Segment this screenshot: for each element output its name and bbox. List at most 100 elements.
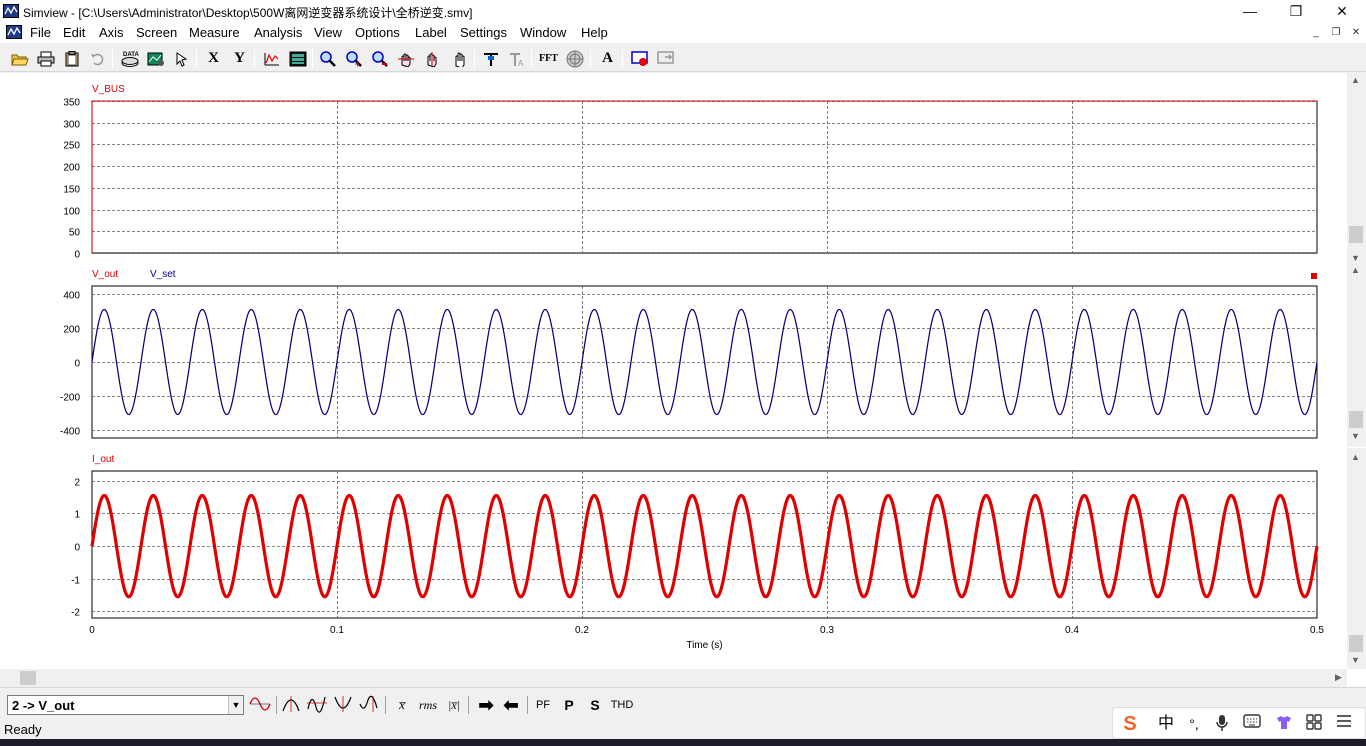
menu-options[interactable]: Options xyxy=(355,25,400,40)
minimize-button[interactable]: — xyxy=(1227,0,1273,22)
y-axis-label: Y xyxy=(234,50,245,66)
sogou-logo-icon[interactable]: S xyxy=(1119,714,1141,734)
pan-horizontal-icon[interactable] xyxy=(394,47,417,70)
simview-app-icon[interactable] xyxy=(3,3,19,19)
ime-punctuation-mode[interactable]: °, xyxy=(1183,714,1205,734)
abs-mean-icon[interactable]: |x̅| xyxy=(444,694,464,716)
waveform-plots[interactable]: 050100150200250300350V_BUS-400-200020040… xyxy=(0,73,1347,669)
next-peak-icon[interactable] xyxy=(358,694,380,716)
text-annotation-label: A xyxy=(602,50,613,66)
zoom-icon[interactable] xyxy=(316,47,339,70)
zoom-in-icon[interactable]: + xyxy=(342,47,365,70)
menu-file[interactable]: File xyxy=(30,25,51,40)
open-folder-icon[interactable] xyxy=(8,47,31,70)
plot-marker[interactable] xyxy=(1311,273,1317,279)
scroll-right-icon[interactable]: ▶ xyxy=(1335,672,1342,683)
plot2-scrollbar[interactable]: ▲ ▼ xyxy=(1347,261,1366,447)
add-curve-icon[interactable] xyxy=(260,47,283,70)
x-tick-label: 0 xyxy=(89,625,95,636)
curve-select[interactable]: 2 -> V_out ▼ xyxy=(7,695,244,715)
max-icon[interactable] xyxy=(280,694,302,716)
min-icon[interactable] xyxy=(306,694,328,716)
plot1-scroll-thumb[interactable] xyxy=(1349,226,1363,243)
menu-label[interactable]: Label xyxy=(415,25,447,40)
arrow-left-icon[interactable]: ⬅ xyxy=(500,694,522,716)
y-tick-label: 300 xyxy=(63,120,80,131)
scroll-up-icon[interactable]: ▲ xyxy=(1351,265,1360,275)
skin-icon[interactable] xyxy=(1273,714,1295,734)
y-tick-label: -1 xyxy=(71,576,80,587)
series-title: I_out xyxy=(92,454,114,465)
menu-screen[interactable]: Screen xyxy=(136,25,177,40)
close-button[interactable]: ✕ xyxy=(1319,0,1365,22)
scroll-down-icon[interactable]: ▼ xyxy=(1351,655,1360,665)
pan-hand-icon[interactable] xyxy=(448,47,471,70)
toolbar-separator xyxy=(312,49,313,68)
menu-settings[interactable]: Settings xyxy=(460,25,507,40)
pointer-icon[interactable] xyxy=(170,47,193,70)
rms-button[interactable]: rms xyxy=(415,694,441,716)
clipboard-icon[interactable] xyxy=(60,47,83,70)
cursor-measure-icon[interactable] xyxy=(479,47,502,70)
apps-grid-icon[interactable] xyxy=(1303,714,1325,734)
grid-display-icon[interactable] xyxy=(286,47,309,70)
data-icon[interactable]: DATA xyxy=(118,47,141,70)
cursor-text-icon[interactable]: A xyxy=(505,47,528,70)
plot2-scroll-thumb[interactable] xyxy=(1349,411,1363,428)
text-annotation-button[interactable]: A xyxy=(596,47,619,70)
time-scroll-thumb[interactable] xyxy=(20,671,36,685)
series-title: V_out xyxy=(92,269,118,280)
time-scrollbar[interactable]: ▶ xyxy=(0,669,1347,687)
y-tick-label: 100 xyxy=(63,207,80,218)
waveform-icon[interactable] xyxy=(249,694,271,716)
svg-text:+: + xyxy=(355,59,360,67)
chart-settings-icon[interactable] xyxy=(144,47,167,70)
y-axis-button[interactable]: Y xyxy=(228,47,251,70)
x-axis-button[interactable]: X xyxy=(202,47,225,70)
mdi-close-button[interactable]: ✕ xyxy=(1348,26,1364,40)
menu-window[interactable]: Window xyxy=(520,25,566,40)
zoom-out-icon[interactable] xyxy=(368,47,391,70)
microphone-icon[interactable] xyxy=(1211,714,1233,734)
mdi-minimize-button[interactable]: _ xyxy=(1308,26,1324,40)
document-icon[interactable] xyxy=(6,24,22,40)
y-tick-label: 350 xyxy=(63,98,80,109)
thd-button[interactable]: THD xyxy=(609,694,635,716)
x-tick-label: 0.5 xyxy=(1310,625,1324,636)
undo-icon[interactable] xyxy=(86,47,109,70)
menu-help[interactable]: Help xyxy=(581,25,608,40)
arrow-right-icon[interactable]: ➡ xyxy=(475,694,497,716)
p-button[interactable]: P xyxy=(558,694,580,716)
ime-chinese-mode[interactable]: 中 xyxy=(1155,714,1177,734)
keyboard-icon[interactable] xyxy=(1241,714,1263,734)
scroll-up-icon[interactable]: ▲ xyxy=(1351,75,1360,85)
record-screen-icon[interactable] xyxy=(628,47,651,70)
export-screen-icon[interactable] xyxy=(654,47,677,70)
menu-axis[interactable]: Axis xyxy=(99,25,124,40)
maximize-button[interactable]: ❐ xyxy=(1273,0,1319,22)
print-icon[interactable] xyxy=(34,47,57,70)
toolbar-separator xyxy=(590,49,591,68)
valley-icon[interactable] xyxy=(332,694,354,716)
pan-vertical-icon[interactable] xyxy=(420,47,443,70)
menu-analysis[interactable]: Analysis xyxy=(254,25,302,40)
plot3-scrollbar[interactable]: ▲ ▼ xyxy=(1347,448,1366,669)
scroll-down-icon[interactable]: ▼ xyxy=(1351,431,1360,441)
s-button[interactable]: S xyxy=(584,694,606,716)
fft-label: FFT xyxy=(539,53,558,64)
plot3-scroll-thumb[interactable] xyxy=(1349,635,1363,652)
plot-area[interactable]: 0 50 100 150 200 250 300 350 V_BUS -400 -200 0 200 40… xyxy=(0,73,1366,687)
pf-button[interactable]: PF xyxy=(532,694,554,716)
menu-icon[interactable] xyxy=(1333,714,1355,734)
plot1-scrollbar[interactable]: ▲ ▼ xyxy=(1347,73,1366,269)
menu-measure[interactable]: Measure xyxy=(189,25,240,40)
status-text: Ready xyxy=(4,722,42,737)
smith-chart-icon[interactable] xyxy=(563,47,586,70)
mean-icon[interactable]: x̅ xyxy=(392,694,412,716)
menu-edit[interactable]: Edit xyxy=(63,25,85,40)
chevron-down-icon[interactable]: ▼ xyxy=(228,696,243,714)
scroll-up-icon[interactable]: ▲ xyxy=(1351,452,1360,462)
menu-view[interactable]: View xyxy=(314,25,342,40)
fft-button[interactable]: FFT xyxy=(537,47,560,70)
mdi-restore-button[interactable]: ❐ xyxy=(1328,26,1344,40)
